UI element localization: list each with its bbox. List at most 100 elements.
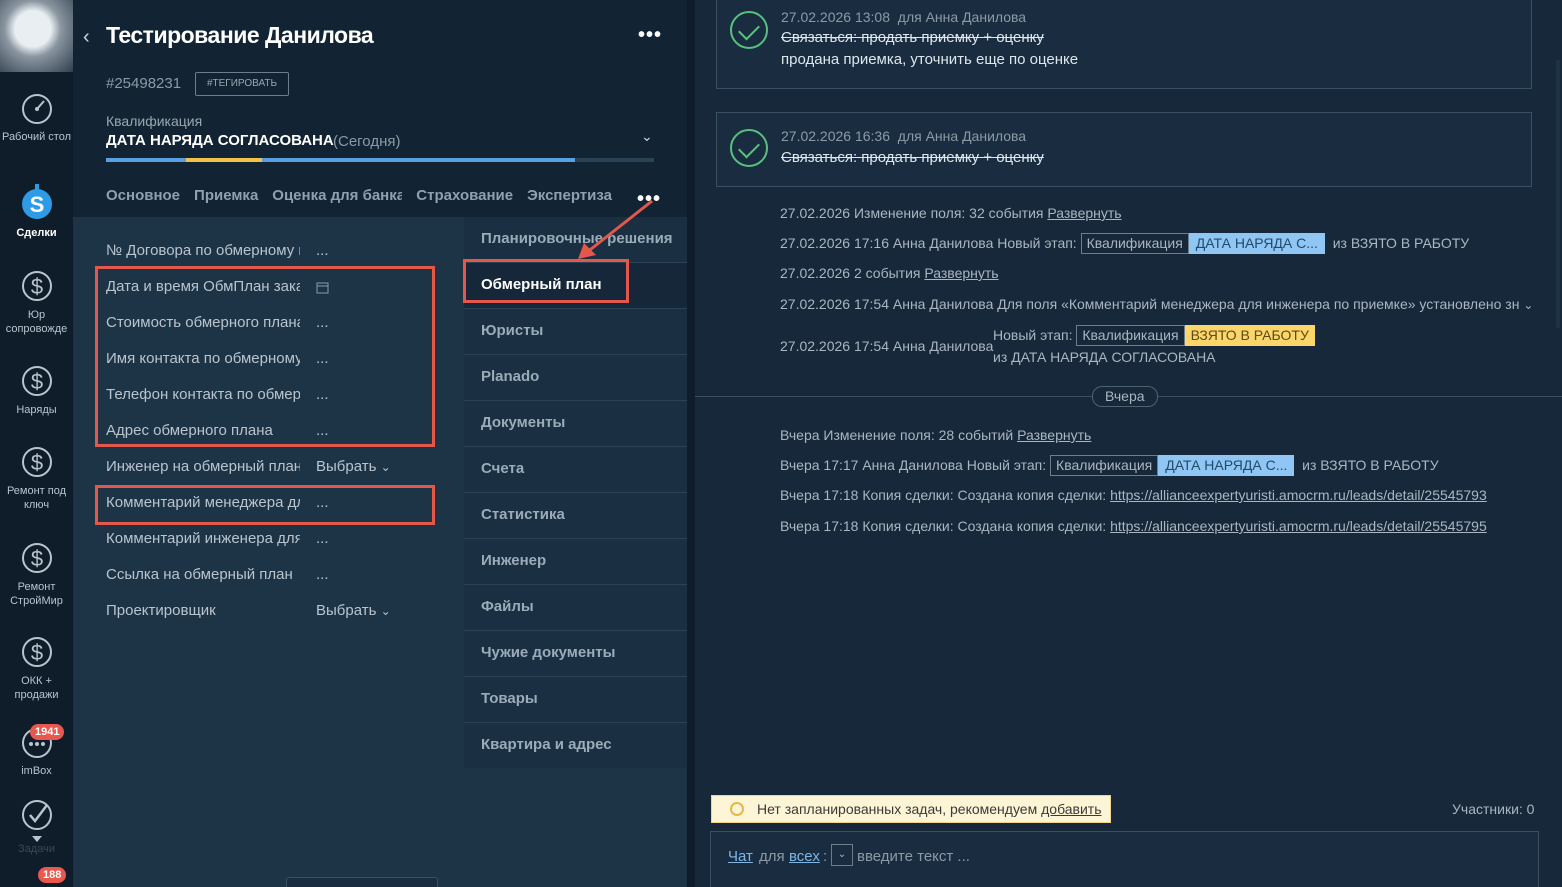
- svg-text:$: $: [30, 274, 42, 299]
- menu-item[interactable]: Товары: [464, 677, 687, 723]
- expand-link[interactable]: Развернуть: [924, 265, 998, 281]
- back-button[interactable]: ‹: [83, 26, 103, 48]
- pipeline-chevron-icon[interactable]: ⌄: [641, 128, 653, 145]
- stage-badge: ДАТА НАРЯДА С...: [1158, 455, 1295, 476]
- nav-label: Сделки: [16, 227, 57, 239]
- menu-item[interactable]: Файлы: [464, 585, 687, 631]
- no-tasks-notice: Нет запланированных задач, рекомендуем д…: [711, 795, 1111, 823]
- dashboard-icon: [21, 94, 52, 124]
- menu-item[interactable]: Planado: [464, 355, 687, 401]
- highlight-box: [95, 266, 435, 447]
- participants-count[interactable]: Участники: 0: [1452, 801, 1534, 817]
- recipient-select[interactable]: ⌄: [831, 844, 853, 866]
- menu-item[interactable]: Юристы: [464, 309, 687, 355]
- add-task-link[interactable]: добавить: [1041, 801, 1101, 817]
- nav-item-orders[interactable]: $ Наряды: [0, 359, 73, 417]
- nav-label: Рабочий стол: [1, 131, 72, 143]
- pipeline-label: Квалификация: [106, 113, 203, 129]
- nav-item-turnkey[interactable]: $ Ремонт под ключ: [0, 440, 73, 512]
- task-assignee: для Анна Данилова: [897, 128, 1027, 144]
- nav-item-deals[interactable]: S Сделки: [0, 182, 73, 240]
- tab-bank-valuation[interactable]: Оценка для банка: [272, 187, 402, 204]
- task-card[interactable]: 27.02.2026 13:08 для Анна Данилова Связа…: [716, 0, 1532, 89]
- lead-copy-link[interactable]: https://allianceexpertyuristi.amocrm.ru/…: [1110, 518, 1487, 534]
- tab-acceptance[interactable]: Приемка: [194, 187, 258, 204]
- nav-label: imBox: [21, 765, 52, 777]
- nav-label: Задачи: [18, 843, 55, 855]
- feed-scrollbar[interactable]: [1556, 60, 1560, 328]
- menu-item[interactable]: Чужие документы: [464, 631, 687, 677]
- recipients-link[interactable]: всех: [789, 848, 820, 865]
- nav-item-legal[interactable]: $ Юр сопровожде: [0, 264, 73, 336]
- stage-chip: Квалификация: [1050, 455, 1159, 476]
- pipeline-progress: [106, 158, 654, 162]
- message-composer: Чат для всех : ⌄: [710, 831, 1539, 887]
- field-row[interactable]: Инженер на обмерный план Выбрать ⌄: [106, 458, 436, 482]
- tab-main[interactable]: Основное: [106, 187, 180, 204]
- menu-item[interactable]: Счета: [464, 447, 687, 493]
- activity-feed: 27.02.2026 13:08 для Анна Данилова Связа…: [695, 0, 1562, 887]
- chat-type-link[interactable]: Чат: [728, 848, 753, 865]
- lead-more-icon[interactable]: •••: [638, 25, 662, 45]
- feed-event: 27.02.2026 2 события Развернуть: [780, 265, 999, 281]
- check-icon: [21, 800, 52, 830]
- expand-link[interactable]: Развернуть: [1047, 205, 1121, 221]
- field-row[interactable]: № Договора по обмерному плану...: [106, 242, 436, 266]
- menu-item[interactable]: Инженер: [464, 539, 687, 585]
- notifications-badge: 188: [38, 867, 67, 883]
- lead-copy-link[interactable]: https://allianceexpertyuristi.amocrm.ru/…: [1110, 487, 1487, 503]
- feed-event: Вчера 17:18 Копия сделки: Создана копия …: [780, 487, 1487, 503]
- task-done-icon[interactable]: [730, 129, 768, 167]
- dollar-icon: $: [21, 543, 52, 573]
- tag-button[interactable]: #ТЕГИРОВАТЬ: [195, 72, 289, 96]
- nav-item-tasks[interactable]: Задачи: [0, 798, 73, 856]
- chevron-down-icon: ⌄: [380, 460, 391, 474]
- lead-title: Тестирование Данилова: [106, 22, 374, 48]
- pipeline-status[interactable]: ДАТА НАРЯДА СОГЛАСОВАНА: [106, 132, 334, 149]
- svg-text:$: $: [30, 640, 42, 665]
- left-nav: Рабочий стол S Сделки $ Юр сопровожде $ …: [0, 0, 73, 887]
- nav-item-okk[interactable]: $ ОКК + продажи: [0, 630, 73, 702]
- nav-item-stroymir[interactable]: $ Ремонт СтройМир: [0, 536, 73, 608]
- expand-link[interactable]: Развернуть: [1017, 427, 1091, 443]
- bottom-tab[interactable]: [286, 877, 438, 887]
- nav-item-dashboard[interactable]: Рабочий стол: [0, 92, 73, 144]
- field-row[interactable]: Проектировщик Выбрать ⌄: [106, 602, 436, 626]
- pipeline-status-when: (Сегодня): [333, 133, 401, 150]
- feed-event-from: из ДАТА НАРЯДА СОГЛАСОВАНА: [993, 349, 1216, 365]
- chevron-down-icon: ⌄: [1523, 298, 1534, 312]
- task-done-icon[interactable]: [730, 11, 768, 49]
- menu-item[interactable]: Квартира и адрес: [464, 723, 687, 769]
- panel-divider[interactable]: [687, 0, 695, 887]
- dollar-icon: $: [21, 637, 52, 667]
- imbox-badge: 1941: [30, 724, 65, 740]
- message-input[interactable]: [857, 848, 1457, 865]
- svg-text:$: $: [30, 450, 42, 475]
- task-card[interactable]: 27.02.2026 16:36 для Анна Данилова Связа…: [716, 112, 1532, 187]
- menu-item[interactable]: Документы: [464, 401, 687, 447]
- user-avatar[interactable]: [0, 0, 73, 72]
- dollar-icon: $: [21, 366, 52, 396]
- lead-id: #25498231: [106, 75, 182, 92]
- svg-text:$: $: [30, 546, 42, 571]
- stage-chip: Квалификация: [1076, 325, 1185, 346]
- highlight-box: [95, 485, 435, 525]
- nav-label: ОКК + продажи: [14, 675, 59, 701]
- svg-text:$: $: [30, 369, 42, 394]
- progress-segment: [106, 158, 186, 162]
- composer-for-label: для: [759, 848, 785, 865]
- task-date: 27.02.2026 16:36: [781, 128, 890, 144]
- tab-insurance[interactable]: Страхование: [416, 187, 513, 204]
- field-row[interactable]: Комментарий инженера для менеджера...: [106, 530, 436, 554]
- clock-icon: [730, 802, 744, 816]
- feed-event: Вчера 17:18 Копия сделки: Создана копия …: [780, 518, 1487, 534]
- day-label: Вчера: [1092, 386, 1158, 407]
- nav-label: Ремонт под ключ: [6, 485, 67, 511]
- chevron-down-icon: ⌄: [380, 604, 391, 618]
- menu-item[interactable]: Статистика: [464, 493, 687, 539]
- feed-event: 27.02.2026 17:16 Анна Данилова Новый эта…: [780, 233, 1469, 254]
- dollar-icon: $: [21, 271, 52, 301]
- deals-icon: S: [21, 184, 52, 219]
- field-row[interactable]: Ссылка на обмерный план...: [106, 566, 436, 590]
- feed-event[interactable]: 27.02.2026 17:54 Анна Данилова Для поля …: [780, 296, 1533, 312]
